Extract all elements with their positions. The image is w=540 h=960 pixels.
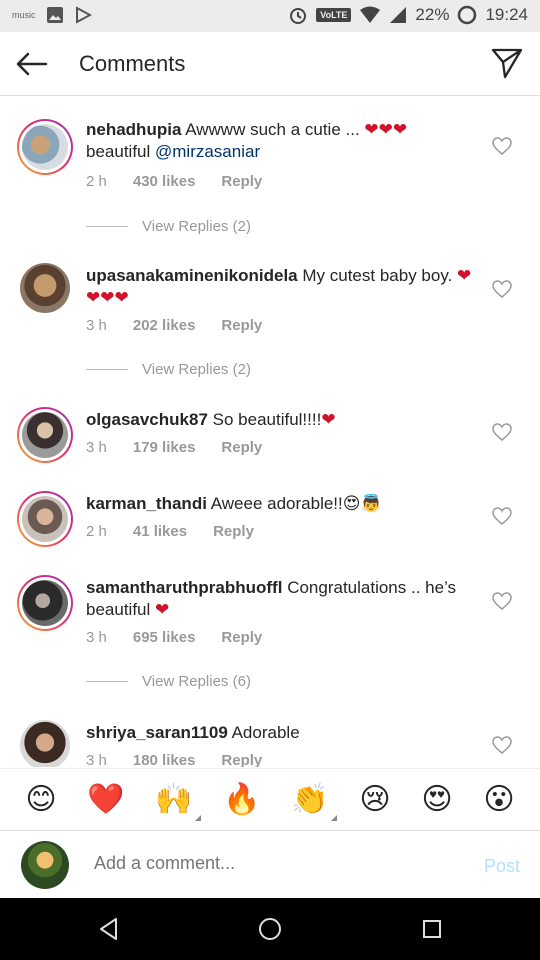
heart-emoji-button[interactable]: ❤️ <box>87 784 124 815</box>
clap-emoji-button[interactable]: 👏 <box>291 784 337 821</box>
reply-button[interactable]: Reply <box>221 752 262 767</box>
comment-time: 2 h <box>86 523 107 540</box>
comments-list[interactable]: nehadhupia Awwww such a cutie ... ❤❤❤ be… <box>0 97 540 767</box>
comment-body: Awwww such a cutie ... <box>185 120 365 139</box>
avatar[interactable] <box>17 491 73 547</box>
comment-likes[interactable]: 41 likes <box>133 523 187 540</box>
comment-body: My cutest baby boy. <box>302 266 458 285</box>
comment-username[interactable]: karman_thandi <box>86 494 207 513</box>
add-comment-bar: Post <box>0 830 540 898</box>
reply-button[interactable]: Reply <box>221 173 262 190</box>
wifi-icon <box>360 6 381 23</box>
mention-link[interactable]: @mirzasaniar <box>155 142 260 161</box>
surprised-emoji-button[interactable]: 😮 <box>483 784 514 815</box>
avatar[interactable] <box>17 119 73 175</box>
raised-hands-emoji-button[interactable]: 🙌 <box>155 784 201 821</box>
volte-badge: VoLTE <box>316 8 352 22</box>
like-heart-icon[interactable] <box>492 280 512 298</box>
comment-text: shriya_saran1109 Adorable <box>86 722 476 744</box>
comments-header: Comments <box>0 32 540 96</box>
comment-username[interactable]: upasanakaminenikonidela <box>86 266 298 285</box>
comment-input[interactable] <box>94 853 454 874</box>
like-heart-icon[interactable] <box>492 592 512 610</box>
comment-likes[interactable]: 179 likes <box>133 439 196 456</box>
back-arrow-icon[interactable] <box>14 48 48 80</box>
comment-text: karman_thandi Aweee adorable!!😍👼 <box>86 493 476 515</box>
comment-body: Adorable <box>231 723 300 742</box>
comment-username[interactable]: shriya_saran1109 <box>86 723 228 742</box>
direct-send-icon[interactable] <box>490 46 524 80</box>
comment-text: samantharuthprabhuoffl Congratulations .… <box>86 577 476 621</box>
nav-recents-icon[interactable] <box>419 916 445 942</box>
comment-body-2: beautiful <box>86 142 155 161</box>
comment-likes[interactable]: 180 likes <box>133 752 196 767</box>
comment-text: olgasavchuk87 So beautiful!!!!❤ <box>86 409 476 431</box>
like-heart-icon[interactable] <box>492 423 512 441</box>
reply-button[interactable]: Reply <box>221 317 262 334</box>
nav-back-icon[interactable] <box>96 916 122 942</box>
comment-text: upasanakaminenikonidela My cutest baby b… <box>86 265 476 309</box>
comment-time: 3 h <box>86 629 107 646</box>
avatar[interactable] <box>17 575 73 631</box>
emoji-quick-bar: 😊 ❤️ 🙌 🔥 👏 😢 😍 😮 <box>0 768 540 830</box>
battery-percent: 22% <box>415 5 450 24</box>
divider <box>86 226 128 227</box>
avatar[interactable] <box>20 720 70 767</box>
like-heart-icon[interactable] <box>492 137 512 155</box>
divider <box>86 681 128 682</box>
comment-likes[interactable]: 430 likes <box>133 173 196 190</box>
comment-text: nehadhupia Awwww such a cutie ... ❤❤❤ be… <box>86 119 476 163</box>
nav-home-icon[interactable] <box>257 916 283 942</box>
comment-body: So beautiful!!!! <box>212 410 322 429</box>
heart-emojis: ❤ <box>155 600 170 619</box>
comment-time: 3 h <box>86 439 107 456</box>
comment-time: 2 h <box>86 173 107 190</box>
comment-username[interactable]: samantharuthprabhuoffl <box>86 578 282 597</box>
system-nav-bar <box>0 898 540 960</box>
heart-emojis: ❤❤❤ <box>364 120 408 139</box>
face-emojis: 😍👼 <box>342 494 382 513</box>
view-replies-link[interactable]: View Replies (6) <box>86 673 251 690</box>
comment-username[interactable]: nehadhupia <box>86 120 181 139</box>
comment-likes[interactable]: 202 likes <box>133 317 196 334</box>
signal-icon <box>390 7 407 23</box>
divider <box>86 369 128 370</box>
avatar[interactable] <box>17 407 73 463</box>
gallery-notification-icon <box>46 7 63 23</box>
clock: 19:24 <box>485 5 528 24</box>
reply-button[interactable]: Reply <box>221 629 262 646</box>
like-heart-icon[interactable] <box>492 736 512 754</box>
comment-body: Aweee adorable!! <box>210 494 343 513</box>
view-replies-link[interactable]: View Replies (2) <box>86 218 251 235</box>
comment-time: 3 h <box>86 317 107 334</box>
post-button[interactable]: Post <box>484 856 520 877</box>
view-replies-link[interactable]: View Replies (2) <box>86 361 251 378</box>
current-user-avatar <box>21 841 69 889</box>
reply-button[interactable]: Reply <box>221 439 262 456</box>
reply-button[interactable]: Reply <box>213 523 254 540</box>
battery-icon <box>458 5 477 25</box>
fire-emoji-button[interactable]: 🔥 <box>223 784 260 815</box>
avatar[interactable] <box>20 263 70 313</box>
alarm-icon <box>290 8 307 24</box>
music-notification-icon: music <box>12 10 36 20</box>
page-title: Comments <box>79 51 186 76</box>
comment-likes[interactable]: 695 likes <box>133 629 196 646</box>
comment-time: 3 h <box>86 752 107 767</box>
heart-eyes-emoji-button[interactable]: 😍 <box>421 784 452 815</box>
heart-emojis: ❤ <box>321 410 336 429</box>
comment-username[interactable]: olgasavchuk87 <box>86 410 208 429</box>
play-store-notification-icon <box>75 6 92 24</box>
smile-emoji-button[interactable]: 😊 <box>25 784 56 815</box>
skin-tone-indicator-icon <box>194 814 201 821</box>
crying-emoji-button[interactable]: 😢 <box>359 784 390 815</box>
skin-tone-indicator-icon <box>330 814 337 821</box>
status-bar: music VoLTE 22% 19:24 <box>0 0 540 32</box>
like-heart-icon[interactable] <box>492 507 512 525</box>
